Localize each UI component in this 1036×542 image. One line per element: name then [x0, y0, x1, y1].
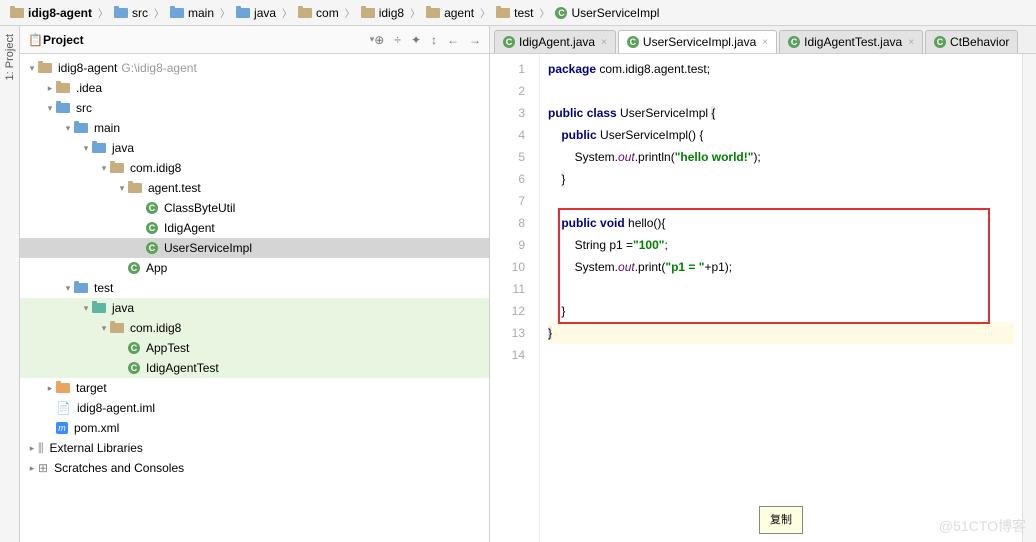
breadcrumb-item[interactable]: src	[110, 6, 152, 20]
tree-node[interactable]: 📄idig8-agent.iml	[20, 398, 489, 418]
tree-node[interactable]: IdigAgentTest	[20, 358, 489, 378]
tree-node[interactable]: ▾src	[20, 98, 489, 118]
code-editor[interactable]: 1234567891011121314 package com.idig8.ag…	[490, 54, 1036, 542]
toolbar-icon[interactable]: ⊕	[374, 33, 384, 47]
project-tools: ⊕ ÷ ✦ ↕ ← →	[374, 33, 481, 47]
breadcrumb-item[interactable]: main	[166, 6, 218, 20]
breadcrumb: idig8-agent〉src〉main〉java〉com〉idig8〉agen…	[0, 0, 1036, 26]
toolbar-icon[interactable]: →	[469, 33, 481, 47]
class-icon	[503, 36, 515, 48]
project-tree[interactable]: ▾idig8-agentG:\idig8-agent▸.idea▾src▾mai…	[20, 54, 489, 542]
editor-tab[interactable]: UserServiceImpl.java×	[618, 30, 777, 53]
tree-node[interactable]: ▾com.idig8	[20, 318, 489, 338]
editor-tabs: IdigAgent.java×UserServiceImpl.java×Idig…	[490, 26, 1036, 54]
editor-tab[interactable]: CtBehavior	[925, 30, 1018, 53]
tree-node[interactable]: ▾agent.test	[20, 178, 489, 198]
toolbar-icon[interactable]: ÷	[394, 33, 401, 47]
tree-node[interactable]: AppTest	[20, 338, 489, 358]
toolbar-icon[interactable]: ✦	[411, 33, 421, 47]
class-icon	[934, 36, 946, 48]
code-content[interactable]: package com.idig8.agent.test; public cla…	[540, 54, 1022, 542]
editor-area: IdigAgent.java×UserServiceImpl.java×Idig…	[490, 26, 1036, 542]
breadcrumb-item[interactable]: test	[492, 6, 537, 20]
breadcrumb-item[interactable]: java	[232, 6, 280, 20]
tree-node[interactable]: ▾test	[20, 278, 489, 298]
editor-tab[interactable]: IdigAgentTest.java×	[779, 30, 923, 53]
tree-node[interactable]: ▾com.idig8	[20, 158, 489, 178]
project-tool-button[interactable]: 1: Project	[4, 34, 16, 80]
editor-tab[interactable]: IdigAgent.java×	[494, 30, 616, 53]
tree-node[interactable]: ▸⊞Scratches and Consoles	[20, 458, 489, 478]
project-panel: 📋 Project ▾ ⊕÷✦↕←→ ▾idig8-agentG:\idig8-…	[20, 26, 490, 542]
tool-window-bar: 1: Project	[0, 26, 20, 542]
tree-node[interactable]: ▸.idea	[20, 78, 489, 98]
class-icon	[627, 36, 639, 48]
close-icon[interactable]: ×	[601, 37, 607, 48]
tree-node[interactable]: ▾idig8-agentG:\idig8-agent	[20, 58, 489, 78]
toolbar-icon[interactable]: ←	[447, 33, 459, 47]
tree-node[interactable]: ▾java	[20, 298, 489, 318]
close-icon[interactable]: ×	[762, 37, 768, 48]
line-gutter: 1234567891011121314	[490, 54, 540, 542]
right-gutter	[1022, 54, 1036, 542]
tree-node[interactable]: ▸⫼External Libraries	[20, 438, 489, 458]
tree-node[interactable]: ClassByteUtil	[20, 198, 489, 218]
class-icon	[788, 36, 800, 48]
breadcrumb-item[interactable]: com	[294, 6, 343, 20]
tree-node[interactable]: UserServiceImpl	[20, 238, 489, 258]
breadcrumb-item[interactable]: idig8-agent	[6, 6, 96, 20]
close-icon[interactable]: ×	[908, 37, 914, 48]
project-header: 📋 Project ▾ ⊕÷✦↕←→	[20, 26, 489, 54]
copy-tooltip: 复制	[759, 506, 803, 534]
breadcrumb-item[interactable]: agent	[422, 6, 478, 20]
breadcrumb-item[interactable]: UserServiceImpl	[551, 6, 663, 20]
tree-node[interactable]: ▾main	[20, 118, 489, 138]
tree-node[interactable]: ▾java	[20, 138, 489, 158]
toolbar-icon[interactable]: ↕	[431, 33, 437, 47]
tree-node[interactable]: App	[20, 258, 489, 278]
tree-node[interactable]: pom.xml	[20, 418, 489, 438]
tree-node[interactable]: ▸target	[20, 378, 489, 398]
project-header-title: Project	[43, 33, 366, 47]
tree-node[interactable]: IdigAgent	[20, 218, 489, 238]
breadcrumb-item[interactable]: idig8	[357, 6, 408, 20]
